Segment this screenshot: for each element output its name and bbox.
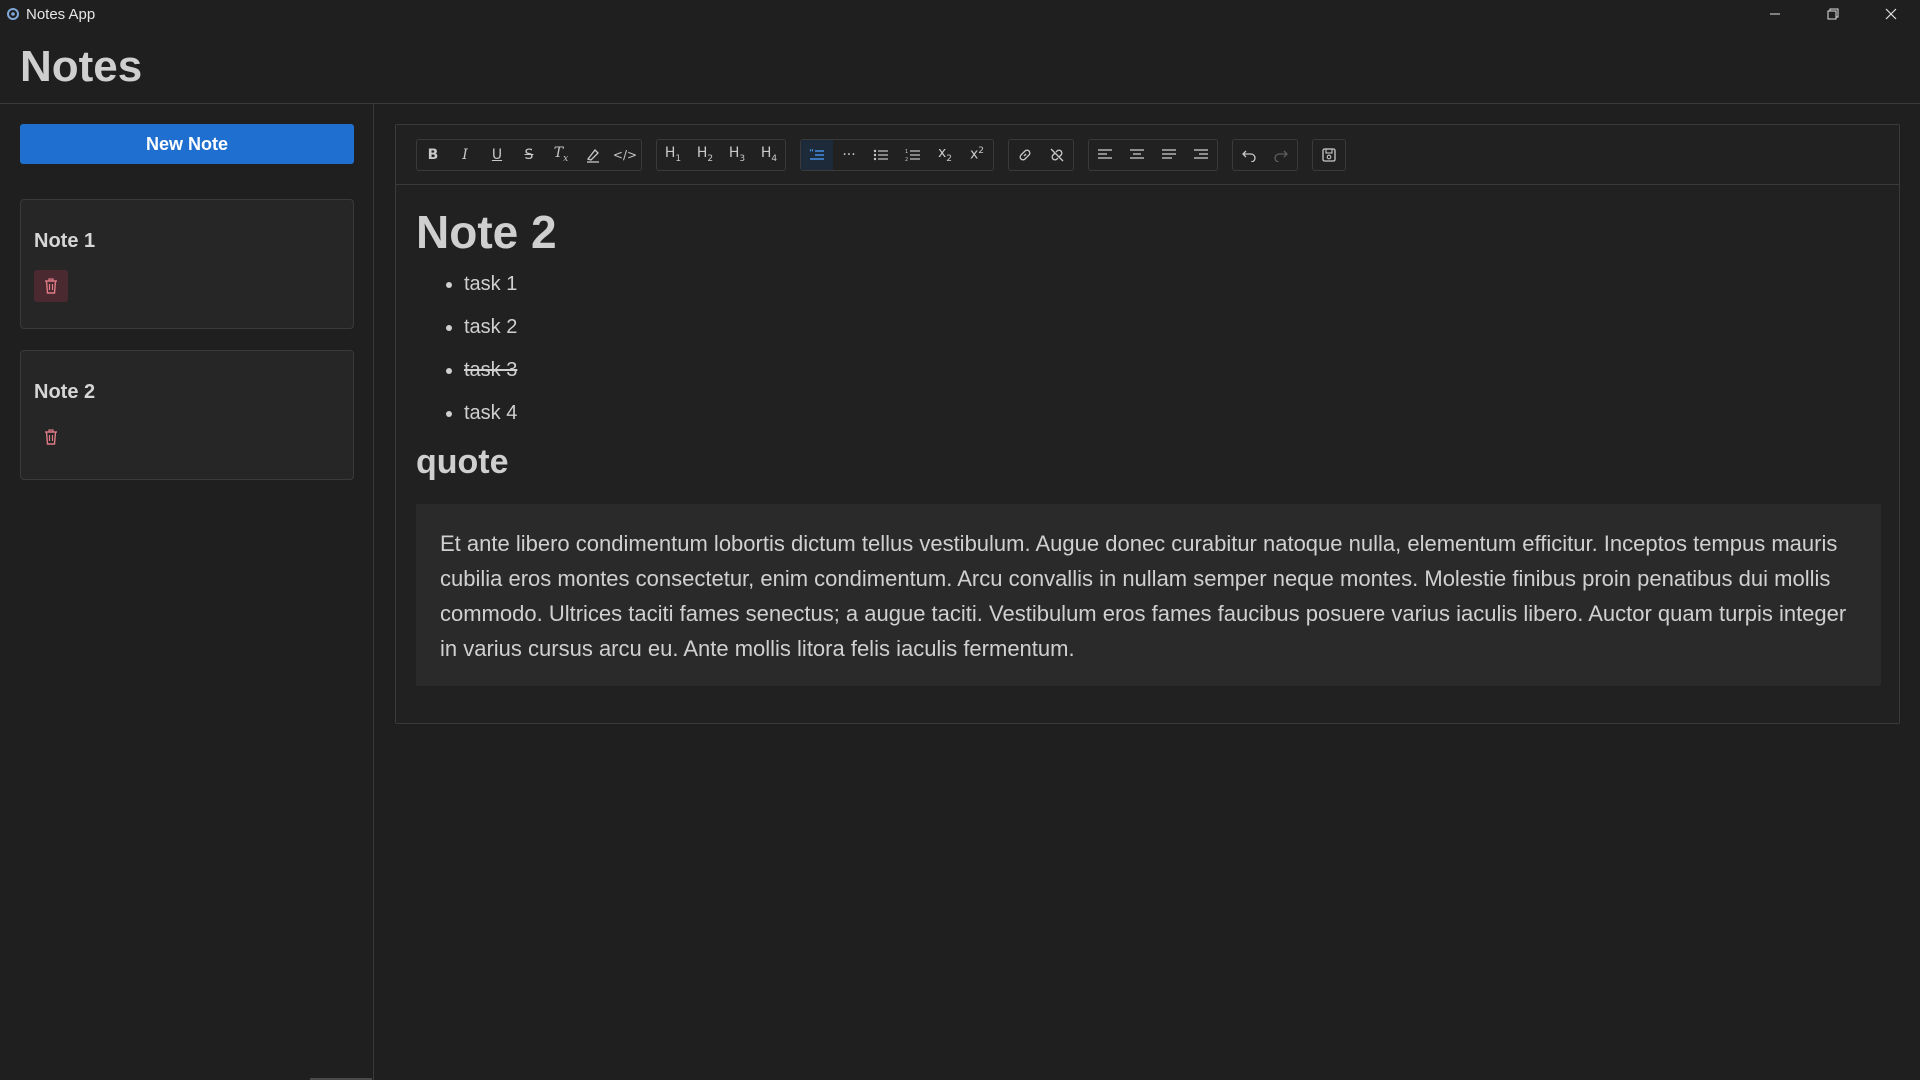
task-list: task 1 task 2 task 3 task 4	[416, 269, 1881, 441]
save-button[interactable]	[1313, 140, 1345, 170]
new-note-button[interactable]: New Note	[20, 124, 354, 164]
svg-text:“: “	[809, 148, 814, 159]
history-group	[1232, 138, 1298, 171]
bullet-list-button[interactable]	[865, 140, 897, 170]
delete-note-button[interactable]	[34, 270, 68, 302]
note-editor: B I U S Tx </> H1 H2 H3 H4 “ ··· 12 x2 x…	[395, 124, 1900, 724]
bold-icon: B	[427, 146, 439, 163]
horizontal-rule-button[interactable]: ···	[833, 140, 865, 170]
blockquote-button[interactable]: “	[801, 139, 833, 170]
list-item: task 1	[464, 269, 1881, 312]
section-heading: quote	[416, 443, 509, 481]
app-logo-icon	[6, 7, 20, 21]
align-justify-icon	[1161, 148, 1177, 162]
block-group: “ ··· 12 x2 x2	[800, 138, 994, 171]
underline-button[interactable]: U	[481, 140, 513, 170]
ordered-list-icon: 12	[905, 148, 921, 162]
horizontal-rule-icon: ···	[842, 146, 856, 163]
trash-icon	[44, 278, 58, 294]
heading-1-icon: H1	[664, 145, 682, 164]
delete-note-button[interactable]	[34, 421, 68, 453]
redo-button[interactable]	[1265, 140, 1297, 170]
note-card[interactable]: Note 2	[20, 350, 354, 480]
align-center-icon	[1129, 148, 1145, 162]
editor-toolbar: B I U S Tx </> H1 H2 H3 H4 “ ··· 12 x2 x…	[396, 125, 1899, 185]
align-group	[1088, 138, 1218, 171]
redo-icon	[1273, 148, 1289, 162]
code-icon: </>	[612, 147, 638, 162]
heading-3-icon: H3	[728, 145, 746, 164]
editor-content[interactable]: Note 2 task 1 task 2 task 3 task 4 quote…	[416, 205, 1881, 686]
underline-icon: U	[491, 146, 503, 163]
subscript-button[interactable]: x2	[929, 140, 961, 170]
list-item: task 4	[464, 398, 1881, 441]
format-group: B I U S Tx </>	[416, 138, 642, 171]
maximize-button[interactable]	[1804, 0, 1862, 28]
app-header: Notes	[0, 28, 1920, 104]
heading-4-button[interactable]: H4	[753, 140, 785, 170]
italic-button[interactable]: I	[449, 140, 481, 170]
subscript-icon: x2	[937, 145, 953, 164]
strikethrough-icon: S	[524, 146, 534, 163]
note-title: Note 1	[34, 230, 96, 252]
heading-2-button[interactable]: H2	[689, 140, 721, 170]
highlight-button[interactable]	[577, 140, 609, 170]
heading-1-button[interactable]: H1	[657, 140, 689, 170]
undo-icon	[1241, 148, 1257, 162]
link-icon	[1017, 147, 1033, 163]
heading-2-icon: H2	[696, 145, 714, 164]
minimize-button[interactable]	[1746, 0, 1804, 28]
svg-text:1: 1	[905, 149, 908, 155]
list-item: task 2	[464, 312, 1881, 355]
superscript-icon: x2	[969, 146, 985, 163]
svg-text:2: 2	[905, 157, 908, 162]
note-heading: Note 2	[416, 206, 557, 258]
note-card[interactable]: Note 1	[20, 199, 354, 329]
window-title: Notes App	[26, 5, 96, 23]
blockquote: Et ante libero condimentum lobortis dict…	[416, 504, 1881, 686]
trash-icon	[44, 429, 58, 445]
unlink-icon	[1049, 147, 1065, 163]
note-title: Note 2	[34, 381, 96, 403]
align-center-button[interactable]	[1121, 140, 1153, 170]
save-icon	[1321, 147, 1337, 163]
clear-format-button[interactable]: Tx	[545, 140, 577, 170]
bold-button[interactable]: B	[417, 140, 449, 170]
bullet-list-icon	[873, 148, 889, 162]
link-button[interactable]	[1009, 140, 1041, 170]
close-button[interactable]	[1862, 0, 1920, 28]
heading-4-icon: H4	[760, 145, 778, 164]
align-left-button[interactable]	[1089, 140, 1121, 170]
align-right-button[interactable]	[1185, 140, 1217, 170]
heading-3-button[interactable]: H3	[721, 140, 753, 170]
code-button[interactable]: </>	[609, 140, 641, 170]
link-group	[1008, 138, 1074, 171]
title-bar: Notes App	[0, 0, 1920, 28]
highlighter-icon	[585, 147, 601, 163]
align-left-icon	[1097, 148, 1113, 162]
clear-format-icon: Tx	[553, 145, 569, 164]
italic-icon: I	[462, 146, 468, 163]
list-item: task 3	[464, 355, 1881, 398]
align-right-icon	[1193, 148, 1209, 162]
window-controls	[1746, 0, 1920, 28]
sidebar: New Note Note 1 Note 2	[0, 104, 374, 1080]
heading-group: H1 H2 H3 H4	[656, 138, 786, 171]
ordered-list-button[interactable]: 12	[897, 140, 929, 170]
strikethrough-button[interactable]: S	[513, 140, 545, 170]
unlink-button[interactable]	[1041, 140, 1073, 170]
superscript-button[interactable]: x2	[961, 140, 993, 170]
blockquote-icon: “	[809, 148, 825, 162]
align-justify-button[interactable]	[1153, 140, 1185, 170]
save-group	[1312, 138, 1346, 171]
page-title: Notes	[20, 42, 143, 91]
undo-button[interactable]	[1233, 140, 1265, 170]
